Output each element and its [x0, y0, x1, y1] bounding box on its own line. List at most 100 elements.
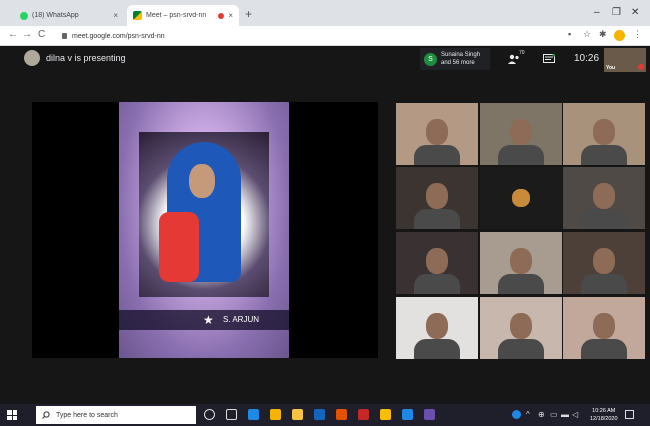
presenter-avatar	[24, 50, 40, 66]
taskbar-app-icon[interactable]	[380, 409, 391, 420]
taskbar-app-icon[interactable]	[292, 409, 303, 420]
participant-body	[581, 274, 627, 294]
tray-app-icon[interactable]	[512, 410, 521, 421]
tab-close-icon[interactable]: ×	[228, 11, 233, 20]
meeting-clock: 10:26	[574, 53, 600, 64]
participant-tile[interactable]	[563, 103, 645, 165]
participant-body	[581, 145, 627, 165]
tray-network-icon[interactable]: ▬	[561, 410, 569, 419]
system-clock[interactable]: 10:26 AM 12/18/2020	[590, 407, 618, 423]
notification-text: Sunaina Singh and 56 more	[441, 51, 480, 67]
tab-label: Meet – psn-srvd-nn	[146, 12, 207, 19]
chat-icon[interactable]	[543, 54, 555, 64]
participant-body	[498, 145, 544, 165]
tray-volume-icon[interactable]: ◁	[572, 410, 578, 419]
participant-face	[593, 183, 615, 209]
close-window-button[interactable]: ✕	[631, 7, 639, 18]
participant-tile[interactable]	[396, 297, 478, 359]
participant-body	[414, 145, 460, 165]
taskbar-app-icon[interactable]	[248, 409, 259, 420]
search-icon	[42, 411, 50, 419]
whatsapp-icon	[20, 11, 28, 20]
participant-tile[interactable]	[563, 167, 645, 229]
participant-tile[interactable]	[480, 232, 562, 294]
self-view-label: You	[606, 65, 616, 71]
notification-center-icon[interactable]	[625, 410, 634, 419]
participant-tile[interactable]	[396, 167, 478, 229]
participant-face	[426, 183, 448, 209]
tray-battery-icon[interactable]: ▭	[550, 410, 558, 419]
bookmark-star-icon[interactable]: ☆	[583, 29, 591, 40]
taskbar-app-icon[interactable]	[424, 409, 435, 420]
cortana-icon[interactable]	[204, 409, 215, 420]
participant-tile[interactable]	[563, 232, 645, 294]
participant-face	[510, 248, 532, 274]
windows-taskbar: Type here to search ^ ⊕ ▭ ▬ ◁ 10:26 AM 1…	[0, 404, 650, 426]
cast-icon[interactable]: ▪	[568, 29, 571, 39]
extensions-icon[interactable]: ✱	[599, 29, 607, 40]
search-placeholder: Type here to search	[56, 411, 118, 419]
address-bar-row: ← → C meet.google.com/psn-srvd-nn ▪ ☆ ✱ …	[0, 26, 650, 46]
reload-button[interactable]: C	[38, 29, 45, 40]
url-text: meet.google.com/psn-srvd-nn	[72, 32, 165, 40]
taskbar-search-input[interactable]: Type here to search	[36, 406, 196, 424]
notification-line2: and 56 more	[441, 60, 475, 66]
participant-body	[414, 274, 460, 294]
participant-body	[498, 274, 544, 294]
participant-tile[interactable]	[563, 297, 645, 359]
participant-body	[581, 339, 627, 359]
tab-whatsapp[interactable]: (18) WhatsApp ×	[14, 5, 124, 26]
browser-menu-icon[interactable]: ⋮	[633, 29, 642, 40]
windows-start-icon[interactable]	[7, 410, 17, 420]
participant-grid	[396, 103, 646, 361]
slide-figure-robe	[159, 212, 199, 282]
forward-button[interactable]: →	[22, 29, 32, 40]
participant-tile[interactable]	[480, 297, 562, 359]
task-view-icon[interactable]	[226, 409, 237, 420]
tab-google-meet[interactable]: Meet – psn-srvd-nn ×	[127, 5, 239, 26]
participant-body	[581, 209, 627, 229]
minimize-button[interactable]: –	[594, 7, 600, 18]
tray-chevron-icon[interactable]: ^	[526, 410, 530, 419]
presenting-label: dilna v is presenting	[46, 53, 126, 63]
slide-figure-face	[189, 164, 215, 198]
url-input[interactable]: meet.google.com/psn-srvd-nn	[62, 29, 542, 43]
restore-button[interactable]: ❐	[612, 7, 621, 18]
tray-location-icon[interactable]: ⊕	[538, 410, 545, 419]
mic-muted-icon	[638, 64, 644, 70]
presented-slide: S. ARJUN ★	[119, 102, 289, 358]
participant-tile[interactable]	[396, 232, 478, 294]
self-view-tile[interactable]: You	[604, 48, 646, 72]
new-tab-button[interactable]: +	[245, 7, 252, 21]
google-meet-icon	[133, 11, 142, 20]
notification-avatar: S	[424, 52, 437, 66]
participant-tile[interactable]	[480, 167, 562, 229]
lock-icon	[62, 33, 67, 39]
taskbar-app-icon[interactable]	[402, 409, 413, 420]
notification-line1: Sunaina Singh	[441, 52, 481, 58]
participant-face	[510, 313, 532, 339]
recording-indicator-icon	[218, 12, 225, 19]
join-notification[interactable]: S Sunaina Singh and 56 more	[420, 48, 490, 70]
taskbar-app-icon[interactable]	[270, 409, 281, 420]
profile-avatar[interactable]	[614, 30, 625, 41]
participant-tile[interactable]	[396, 103, 478, 165]
system-time: 10:26 AM	[592, 408, 616, 414]
participant-face	[593, 248, 615, 274]
participant-body	[498, 339, 544, 359]
presentation-stage: S. ARJUN ★	[32, 102, 378, 358]
participant-face	[593, 119, 615, 145]
participant-count: 70	[519, 50, 525, 56]
tab-label: (18) WhatsApp	[32, 12, 79, 19]
participant-face	[426, 248, 448, 274]
taskbar-app-icon[interactable]	[336, 409, 347, 420]
participant-tile[interactable]	[480, 103, 562, 165]
browser-tab-bar: (18) WhatsApp × Meet – psn-srvd-nn × + –…	[0, 0, 650, 26]
system-date: 12/18/2020	[590, 416, 618, 422]
tab-close-icon[interactable]: ×	[113, 11, 118, 20]
meet-call-view: dilna v is presenting S Sunaina Singh an…	[0, 46, 650, 404]
taskbar-app-icon[interactable]	[314, 409, 325, 420]
participant-face	[593, 313, 615, 339]
back-button[interactable]: ←	[8, 29, 18, 40]
taskbar-app-icon[interactable]	[358, 409, 369, 420]
